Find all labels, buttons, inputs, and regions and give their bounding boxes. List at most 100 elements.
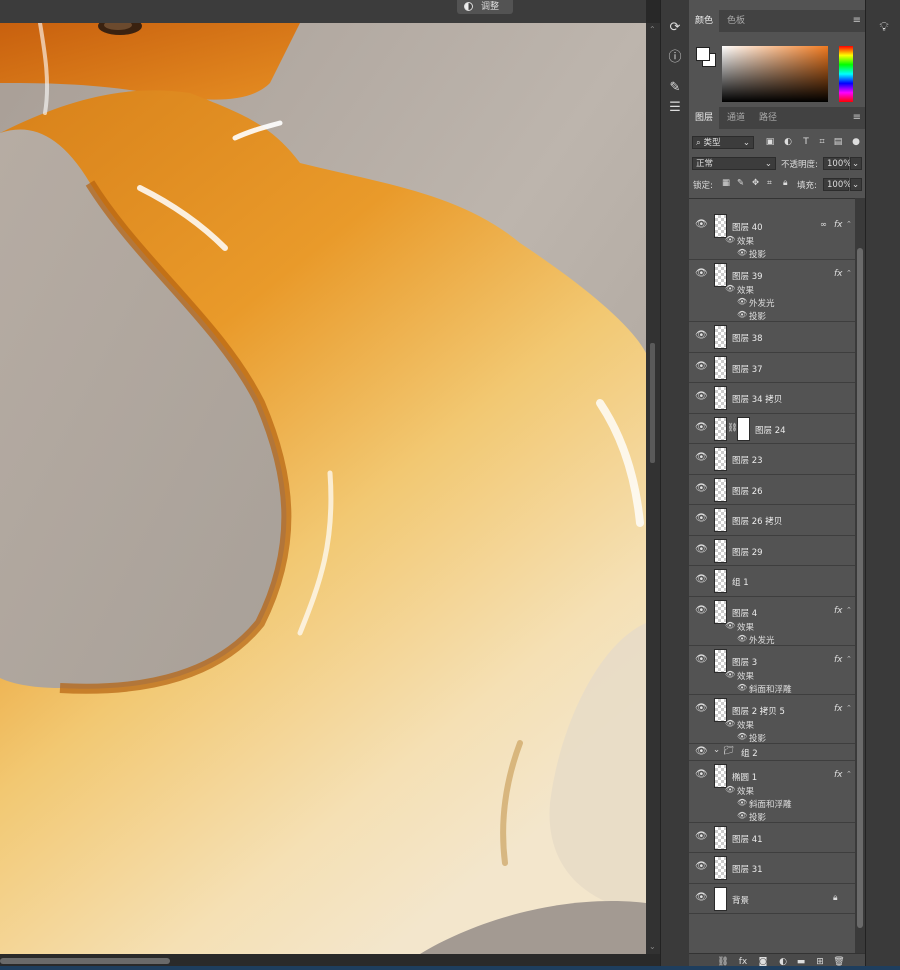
eye-icon[interactable]: 👁︎ <box>695 392 708 402</box>
eye-icon[interactable]: 👁︎ <box>725 284 735 293</box>
eye-icon[interactable]: 👁︎ <box>737 310 747 319</box>
layer-thumbnail[interactable] <box>714 447 727 471</box>
chevron-down-icon[interactable]: ⌄ <box>713 745 720 755</box>
layer-name[interactable]: 图层 24 <box>755 424 786 436</box>
layer-row[interactable]: 👁︎ 背景 🔒︎ <box>689 883 855 914</box>
eye-icon[interactable]: 👁︎ <box>695 831 708 842</box>
color-field[interactable] <box>722 46 828 102</box>
document-canvas[interactable] <box>0 23 646 954</box>
scroll-thumb-horizontal[interactable] <box>0 958 170 964</box>
layer-name[interactable]: 图层 4 <box>732 607 757 619</box>
eye-icon[interactable]: 👁︎ <box>695 361 708 372</box>
fx-icon[interactable]: fx <box>834 704 843 714</box>
layer-row[interactable]: 👁︎ 图层 41 <box>689 822 855 853</box>
tab-layers[interactable]: 图层 <box>689 107 720 129</box>
layer-row[interactable]: 👁︎ 图层 2 拷贝 5 fx ⌃ 👁︎ 效果 👁︎ 投影 <box>689 694 855 744</box>
eye-icon[interactable]: 👁︎ <box>695 220 708 230</box>
layer-list-scrollbar[interactable] <box>855 198 865 954</box>
blend-mode-select[interactable]: 正常 ⌄ <box>692 157 776 170</box>
brush-settings-icon[interactable]: ✎ <box>665 78 685 98</box>
layer-thumbnail[interactable] <box>714 886 727 911</box>
eye-icon[interactable]: 👁︎ <box>737 297 747 306</box>
lock-position-icon[interactable]: ✥ <box>752 178 759 188</box>
opacity-input[interactable]: 100% <box>823 157 851 170</box>
layer-name[interactable]: 图层 40 <box>732 221 763 233</box>
fill-input[interactable]: 100% <box>823 178 851 191</box>
layer-row[interactable]: 👁︎ 图层 31 <box>689 853 855 884</box>
effect-name[interactable]: 投影 <box>749 811 766 823</box>
eye-icon[interactable]: 👁︎ <box>695 514 708 524</box>
eye-icon[interactable]: 👁︎ <box>725 235 735 244</box>
filter-toggle-icon[interactable]: ● <box>851 137 861 147</box>
layer-thumbnail[interactable] <box>714 355 727 380</box>
layer-mask-thumbnail[interactable] <box>737 416 750 441</box>
layer-row[interactable]: 👁︎ ⛓ 图层 24 <box>689 413 855 444</box>
layer-thumbnail[interactable] <box>714 856 727 880</box>
layer-row[interactable]: 👁︎ 图层 40 ∞ fx ⌃ 👁︎ 效果 👁︎ 投影 <box>689 211 855 260</box>
tab-paths[interactable]: 路径 <box>753 107 783 129</box>
eye-icon[interactable]: 👁︎ <box>725 621 735 630</box>
layer-name[interactable]: 图层 29 <box>732 546 763 558</box>
eye-icon[interactable]: 👁︎ <box>695 746 708 757</box>
layer-row[interactable]: 👁︎ 图层 38 <box>689 322 855 353</box>
eye-icon[interactable]: 👁︎ <box>695 703 708 714</box>
layer-thumbnail[interactable] <box>714 538 727 563</box>
layer-thumbnail[interactable] <box>714 508 727 532</box>
layer-thumbnail[interactable] <box>714 569 727 593</box>
eye-icon[interactable]: 👁︎ <box>695 331 708 341</box>
tab-swatches[interactable]: 色板 <box>721 10 751 32</box>
layer-row[interactable]: 👁︎ 椭圆 1 fx ⌃ 👁︎ 效果 👁︎ 斜面和浮雕 👁︎ 投影 <box>689 760 855 823</box>
type-filter-icon[interactable]: T <box>801 137 811 147</box>
collapse-caret-icon[interactable]: ⌃ <box>846 704 852 712</box>
eye-icon[interactable]: 👁︎ <box>695 422 708 433</box>
filter-kind-select[interactable]: ⌕ 类型 ⌄ <box>692 136 754 149</box>
eye-icon[interactable]: 👁︎ <box>737 634 747 643</box>
hue-slider[interactable] <box>839 46 853 102</box>
layer-thumbnail[interactable] <box>714 825 727 850</box>
layer-thumbnail[interactable] <box>714 477 727 502</box>
layer-name[interactable]: 图层 3 <box>732 656 757 668</box>
layer-name[interactable]: 图层 31 <box>732 863 763 875</box>
layer-name[interactable]: 背景 <box>732 894 749 906</box>
layer-name[interactable]: 图层 38 <box>732 332 763 344</box>
layer-name[interactable]: 组 1 <box>732 576 749 588</box>
effect-name[interactable]: 投影 <box>749 732 766 744</box>
smart-object-filter-icon[interactable]: ▤ <box>833 137 843 147</box>
eye-icon[interactable]: 👁︎ <box>695 769 708 780</box>
eye-icon[interactable]: 👁︎ <box>695 892 708 903</box>
effect-name[interactable]: 外发光 <box>749 634 775 646</box>
panel-menu-icon[interactable]: ≡ <box>853 15 861 26</box>
eye-icon[interactable]: 👁︎ <box>725 670 735 679</box>
tab-channels[interactable]: 通道 <box>721 107 751 129</box>
layer-name[interactable]: 椭圆 1 <box>732 771 757 783</box>
scroll-down-arrow-icon[interactable]: ⌄ <box>649 943 657 951</box>
fx-icon[interactable]: fx <box>834 655 843 665</box>
effect-name[interactable]: 外发光 <box>749 297 775 309</box>
layer-row[interactable]: 👁︎ 图层 26 拷贝 <box>689 505 855 536</box>
layer-row[interactable]: 👁︎ 图层 23 <box>689 444 855 475</box>
layer-thumbnail[interactable] <box>714 325 727 349</box>
collapse-caret-icon[interactable]: ⌃ <box>846 770 852 778</box>
fx-icon[interactable]: fx <box>834 770 843 780</box>
layer-name[interactable]: 图层 23 <box>732 454 763 466</box>
eye-icon[interactable]: 👁︎ <box>695 544 708 555</box>
learn-lightbulb-icon[interactable]: 💡︎ <box>874 18 894 38</box>
layer-name[interactable]: 图层 2 拷贝 5 <box>732 705 785 717</box>
eye-icon[interactable]: 👁︎ <box>725 719 735 728</box>
collapse-caret-icon[interactable]: ⌃ <box>846 606 852 614</box>
collapse-caret-icon[interactable]: ⌃ <box>846 655 852 663</box>
layer-name[interactable]: 图层 34 拷贝 <box>732 393 782 405</box>
layer-row[interactable]: 👁︎ 图层 39 fx ⌃ 👁︎ 效果 👁︎ 外发光 👁︎ 投影 <box>689 260 855 322</box>
layer-list[interactable]: 👁︎ 图层 40 ∞ fx ⌃ 👁︎ 效果 👁︎ 投影 👁︎ 图层 39 fx ⌃ 👁︎ 效果 👁︎ 外发光 👁︎… <box>689 198 865 955</box>
layer-row[interactable]: 👁︎ 图层 37 <box>689 352 855 383</box>
eye-icon[interactable]: 👁︎ <box>695 575 708 585</box>
adjustment-filter-icon[interactable]: ◐ <box>783 137 793 147</box>
layer-scroll-thumb[interactable] <box>857 248 863 928</box>
eye-icon[interactable]: 👁︎ <box>737 248 747 257</box>
shape-filter-icon[interactable]: ⌗ <box>817 137 827 147</box>
eye-icon[interactable]: 👁︎ <box>737 811 747 820</box>
layer-row[interactable]: 👁︎ 图层 26 <box>689 474 855 505</box>
eye-icon[interactable]: 👁︎ <box>725 785 735 794</box>
layer-name[interactable]: 图层 41 <box>732 833 763 845</box>
eye-icon[interactable]: 👁︎ <box>737 683 747 692</box>
